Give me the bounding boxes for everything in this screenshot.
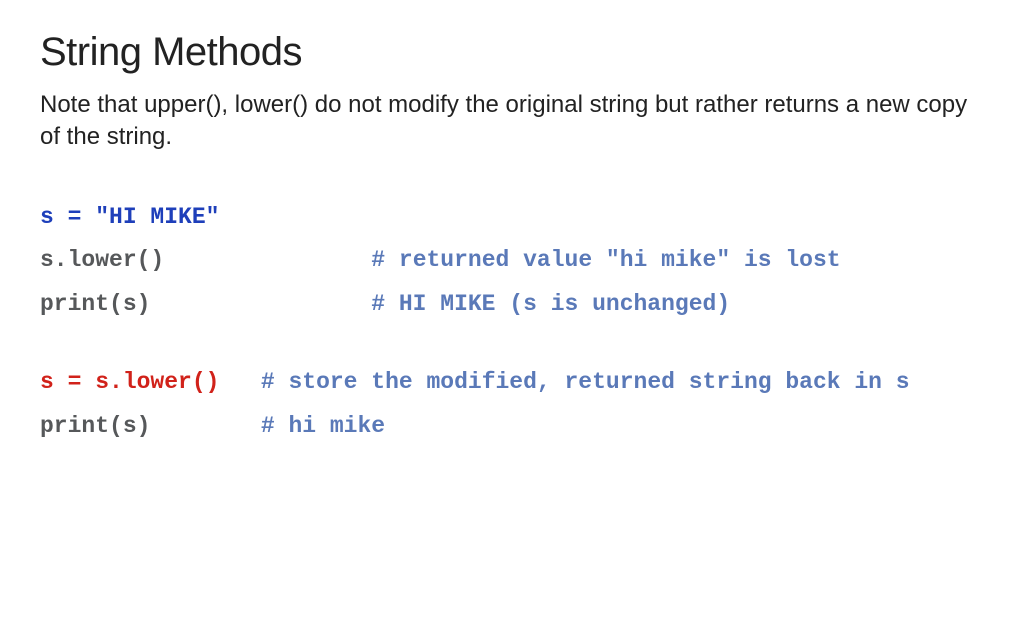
code-comment: # store the modified, returned string ba… [261, 369, 910, 395]
slide-note: Note that upper(), lower() do not modify… [40, 89, 984, 154]
code-text: s = "HI MIKE" [40, 204, 219, 230]
slide-title: String Methods [40, 30, 984, 75]
code-comment: # returned value "hi mike" is lost [371, 247, 840, 273]
code-text: s.lower() [40, 247, 164, 273]
code-block: s = "HI MIKE" s.lower() # returned value… [40, 196, 984, 448]
code-text: s = s.lower() [40, 369, 219, 395]
code-text: print(s) [40, 291, 150, 317]
code-comment: # hi mike [261, 413, 385, 439]
code-comment: # HI MIKE (s is unchanged) [371, 291, 730, 317]
code-text: print(s) [40, 413, 150, 439]
